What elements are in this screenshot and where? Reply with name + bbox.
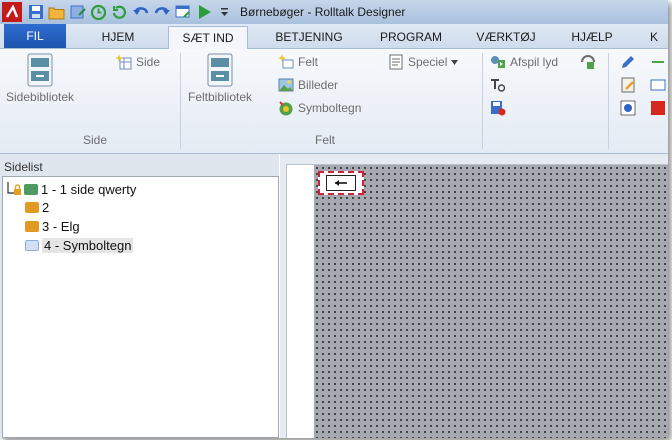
- radio-button-control[interactable]: [620, 100, 636, 116]
- sidebibliotek-label: Sidebibliotek: [6, 90, 75, 104]
- radio-icon: [620, 100, 636, 116]
- play-icon[interactable]: [194, 3, 213, 22]
- afspil-lyd-label: Afspil lyd: [510, 55, 559, 69]
- afspil-lyd-button[interactable]: Afspil lyd: [490, 54, 558, 70]
- group-label-felt: Felt: [314, 133, 335, 147]
- sound-settings-icon: [581, 55, 595, 69]
- note-button[interactable]: [620, 77, 636, 93]
- speciel-dropdown[interactable]: Speciel: [388, 54, 459, 70]
- window-icon: [650, 79, 666, 91]
- symboltegn-label: Symboltegn: [298, 101, 362, 115]
- feltbibliotek-label: Feltbibliotek: [188, 90, 253, 104]
- redo-icon[interactable]: [152, 3, 171, 22]
- refresh-icon[interactable]: [110, 3, 129, 22]
- ribbon-tab-bar: FIL HJEM SÆT IND BETJENING PROGRAM VÆRKT…: [0, 24, 668, 50]
- save-as-icon[interactable]: [68, 3, 87, 22]
- save-record-icon: [491, 101, 506, 116]
- felt-label: Felt: [298, 55, 319, 69]
- ribbon: Sidebibliotek Side Side Feltbibliotek Fe…: [0, 49, 668, 154]
- symbol-icon: [279, 101, 293, 116]
- play-sound-icon: [491, 56, 505, 68]
- page-grid[interactable]: [314, 165, 668, 438]
- feltbibliotek-button[interactable]: Feltbibliotek: [188, 53, 252, 104]
- text-action-button[interactable]: [490, 77, 506, 93]
- tab-vaerktoej[interactable]: VÆRKTØJ: [470, 26, 542, 48]
- new-field-icon: [278, 54, 294, 69]
- page-tree: 1 - 1 side qwerty 2 3 - Elg 4 - Symbolte…: [2, 176, 279, 438]
- sidelist-title: Sidelist: [4, 160, 43, 174]
- tree-item-1[interactable]: 1 - 1 side qwerty: [6, 181, 136, 197]
- page-library-icon: [27, 53, 53, 87]
- images-icon: [278, 78, 294, 92]
- edit-button[interactable]: [620, 54, 636, 70]
- tree-item-3[interactable]: 3 - Elg: [25, 219, 80, 234]
- window-icon[interactable]: [173, 3, 192, 22]
- group-label-side: Side: [82, 133, 108, 147]
- ribbon-separator: [482, 53, 483, 149]
- page-color-swatch: [25, 202, 39, 213]
- tree-item-label: 1 - 1 side qwerty: [41, 181, 137, 197]
- speciel-label: Speciel: [408, 55, 448, 69]
- design-canvas-area: [280, 154, 668, 438]
- billeder-button[interactable]: Billeder: [278, 77, 338, 93]
- tab-hjem[interactable]: HJEM: [88, 26, 148, 48]
- sound-settings-button[interactable]: [580, 54, 596, 70]
- tab-file[interactable]: FIL: [4, 24, 66, 48]
- stop-icon: [651, 101, 665, 115]
- record-button[interactable]: [490, 100, 506, 116]
- tree-item-label: 3 - Elg: [42, 219, 80, 234]
- tree-item-label: 2: [42, 200, 50, 215]
- note-icon: [621, 77, 635, 93]
- folder-icon[interactable]: [47, 3, 66, 22]
- application-window: Børnebøger - Rolltalk Designer FIL HJEM …: [0, 0, 668, 438]
- chevron-down-icon: [451, 59, 459, 65]
- new-page-icon: [116, 54, 132, 70]
- tab-hjaelp[interactable]: HJÆLP: [562, 26, 622, 48]
- design-canvas[interactable]: [286, 164, 668, 438]
- save-icon[interactable]: [26, 3, 45, 22]
- tab-saet-ind[interactable]: SÆT IND: [168, 26, 248, 50]
- tree-item-label: 4 - Symboltegn: [42, 238, 134, 253]
- pencil-icon: [622, 56, 634, 68]
- field-library-icon: [207, 53, 233, 87]
- special-field-icon: [389, 54, 403, 70]
- tab-program[interactable]: PROGRAM: [370, 26, 452, 48]
- page-color-swatch: [24, 183, 38, 195]
- symboltegn-button[interactable]: Symboltegn: [278, 100, 361, 116]
- page-color-swatch: [25, 240, 39, 251]
- overflow-button-2[interactable]: [650, 77, 666, 93]
- quick-access-toolbar: [26, 3, 234, 22]
- side-label: Side: [136, 55, 161, 69]
- insert-icon: [652, 61, 664, 63]
- tab-k[interactable]: K: [644, 26, 664, 48]
- window-title: Børnebøger - Rolltalk Designer: [240, 5, 406, 19]
- tab-betjening[interactable]: BETJENING: [266, 26, 352, 48]
- ribbon-separator: [180, 53, 181, 149]
- text-action-icon: [491, 79, 506, 92]
- selected-field[interactable]: [318, 171, 364, 195]
- app-logo-icon[interactable]: [2, 2, 22, 22]
- page-color-swatch: [25, 221, 39, 232]
- tree-item-4[interactable]: 4 - Symboltegn: [25, 238, 134, 253]
- history-icon[interactable]: [89, 3, 108, 22]
- billeder-label: Billeder: [298, 78, 339, 92]
- back-arrow-icon: [326, 175, 356, 191]
- side-button[interactable]: Side: [116, 54, 160, 70]
- overflow-button-3[interactable]: [650, 100, 666, 116]
- sidebibliotek-button[interactable]: Sidebibliotek: [6, 53, 74, 104]
- undo-icon[interactable]: [131, 3, 150, 22]
- title-bar: Børnebøger - Rolltalk Designer: [0, 0, 668, 24]
- customize-dropdown-icon[interactable]: [215, 3, 234, 22]
- overflow-button[interactable]: [650, 54, 666, 70]
- tree-item-2[interactable]: 2: [25, 200, 49, 215]
- felt-button[interactable]: Felt: [278, 54, 318, 70]
- start-lock-icon: [7, 182, 21, 195]
- ribbon-separator: [608, 53, 609, 149]
- sidelist-panel: Sidelist 1 - 1 side qwerty 2 3 - Elg 4 -…: [0, 154, 279, 438]
